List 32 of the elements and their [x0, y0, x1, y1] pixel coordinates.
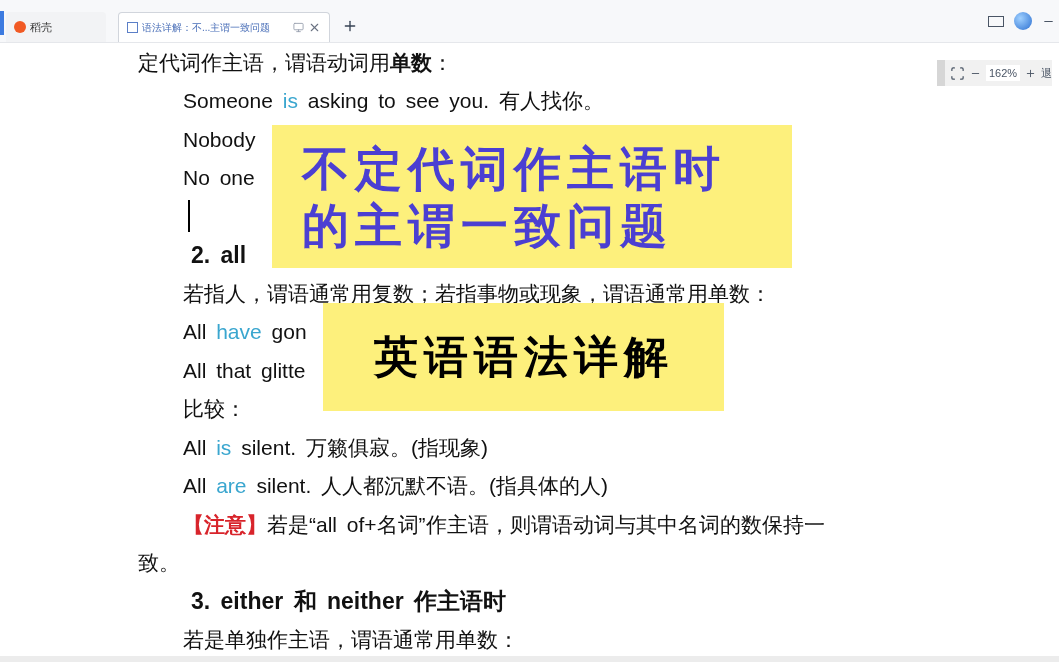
zoom-level: 162% — [986, 64, 1021, 82]
document-text: 比较： — [183, 396, 246, 422]
document-text: 【注意】若是“all of+名词”作主语，则谓语动词与其中名词的数保持一 — [183, 511, 825, 538]
page-count-icon[interactable] — [988, 15, 1004, 27]
close-icon[interactable] — [308, 21, 321, 34]
text-cursor — [188, 200, 190, 233]
drag-handle-icon[interactable] — [937, 60, 945, 86]
document-text: Someone is asking to see you. 有人找你。 — [183, 88, 604, 114]
app-logo-icon — [14, 21, 26, 33]
new-tab-icon[interactable] — [342, 18, 358, 34]
document-text: 致。 — [138, 550, 180, 576]
document-text: 定代词作主语，谓语动词用单数： — [138, 49, 453, 76]
banner-title: 的主谓一致问题 — [302, 197, 674, 254]
document-text: All have gon — [183, 319, 307, 345]
document-text: Nobody — [183, 126, 256, 153]
banner-title: 不定代词作主语时 — [302, 140, 727, 197]
document-icon — [127, 22, 138, 33]
zoom-in-icon[interactable] — [1025, 67, 1037, 79]
document-text: 若是单独作主语，谓语通常用单数： — [183, 627, 519, 653]
document-text: All are silent. 人人都沉默不语。(指具体的人) — [183, 473, 609, 499]
document-text: All that glitte — [183, 357, 306, 384]
document-tab[interactable]: 语法详解：不...主谓一致问题 — [118, 12, 330, 42]
avatar-icon[interactable] — [1014, 12, 1032, 30]
section-heading: 2. all — [191, 240, 247, 270]
document-text: No one — [183, 165, 255, 191]
home-tab[interactable]: 稻壳 — [6, 12, 106, 42]
section-heading: 3. either 和 neither 作主语时 — [191, 587, 507, 616]
banner-subtitle: 英语语法详解 — [373, 331, 674, 383]
fit-screen-icon[interactable] — [950, 65, 965, 81]
exit-button[interactable]: 退 — [1041, 64, 1053, 82]
document-text: All is silent. 万籁俱寂。(指现象) — [183, 434, 488, 461]
document-text: 若指人，谓语通常用复数；若指事物或现象，谓语通常用单数： — [183, 280, 771, 307]
